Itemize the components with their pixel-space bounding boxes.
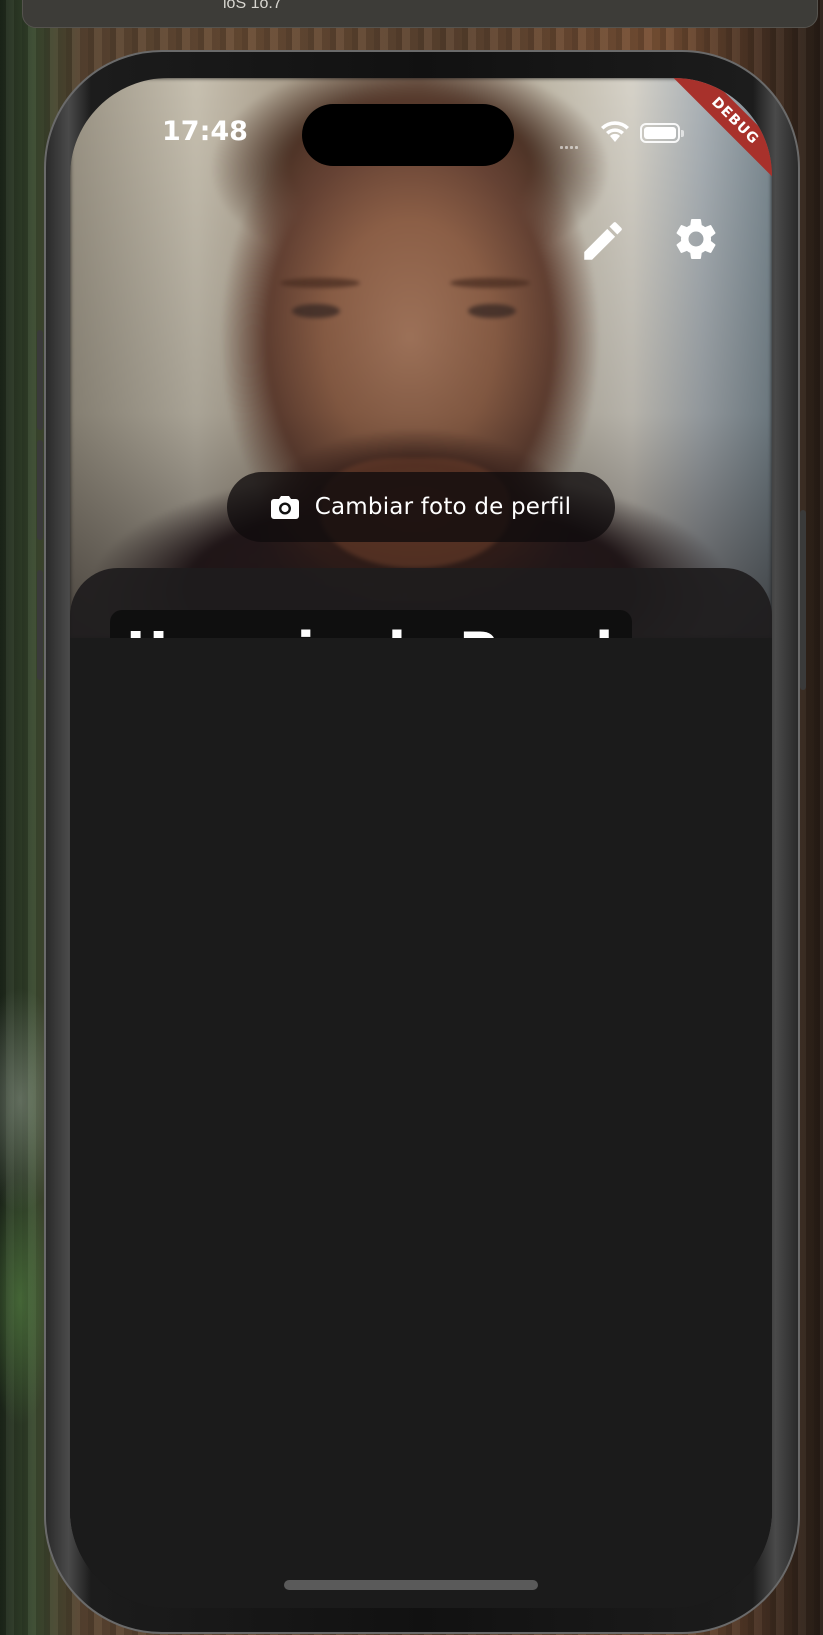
power-button <box>800 510 806 690</box>
camera-icon <box>270 496 299 519</box>
edit-profile-button[interactable] <box>578 216 628 266</box>
battery-icon <box>640 123 684 143</box>
pencil-icon <box>584 222 622 260</box>
volume-down-button <box>37 440 43 540</box>
silent-switch <box>37 570 43 680</box>
home-indicator[interactable] <box>284 1580 538 1590</box>
banner-text: ióS 1o.7 <box>223 0 282 12</box>
change-photo-button[interactable]: Cambiar foto de perfil <box>227 472 615 542</box>
dynamic-island <box>302 104 514 166</box>
change-photo-label: Cambiar foto de perfil <box>314 494 572 520</box>
phone-screen: 17:48 DEBUG Cambiar foto de perfil Usuar… <box>70 78 772 1608</box>
settings-button[interactable] <box>671 214 721 264</box>
gear-icon <box>676 218 716 259</box>
signal-icon <box>560 136 580 154</box>
status-time: 17:48 <box>162 116 248 147</box>
profile-sheet-body <box>70 638 772 1608</box>
volume-up-button <box>37 330 43 430</box>
notification-banner[interactable]: ióS 1o.7 <box>22 0 818 28</box>
wifi-icon <box>601 121 629 142</box>
